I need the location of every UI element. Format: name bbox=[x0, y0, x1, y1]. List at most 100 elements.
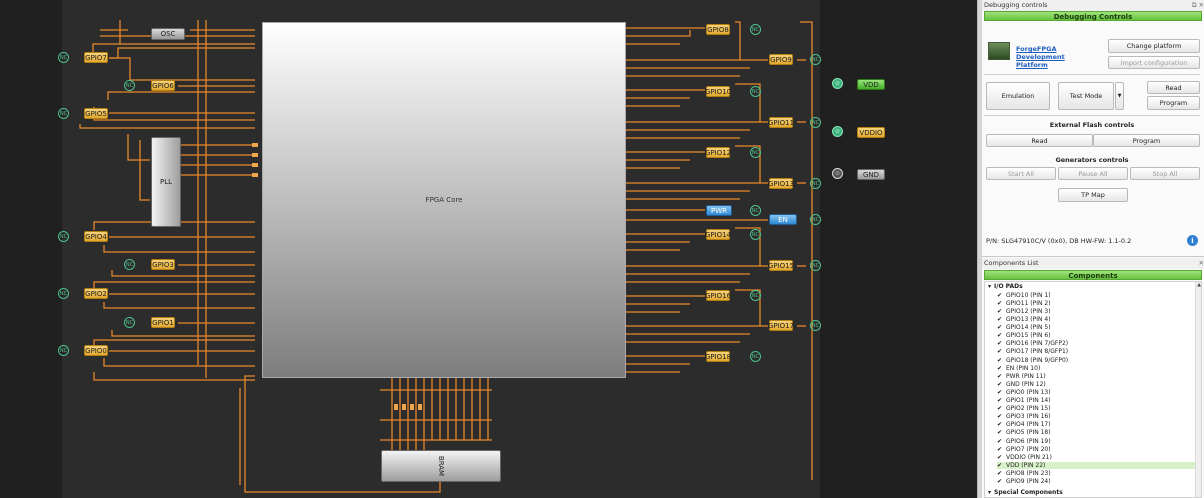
checkbox-checked-icon[interactable]: ✔ bbox=[997, 381, 1004, 388]
component-list-item[interactable]: ✔ GPIO0 (PIN 13) bbox=[997, 389, 1197, 396]
checkbox-checked-icon[interactable]: ✔ bbox=[997, 413, 1004, 420]
gpio9-block[interactable]: GPIO9 bbox=[769, 54, 793, 65]
component-list-item[interactable]: ✔ GND (PIN 12) bbox=[997, 381, 1197, 388]
collapse-icon[interactable]: ▾ bbox=[988, 283, 991, 290]
schematic-canvas[interactable]: FPGA Core OSC PLL BRAM NC GPIO7 NC GPIO6… bbox=[0, 0, 977, 498]
info-icon[interactable]: i bbox=[1187, 235, 1198, 246]
import-configuration-button[interactable]: Import configuration bbox=[1108, 56, 1200, 69]
gpio1-block[interactable]: GPIO1 bbox=[151, 317, 175, 328]
gpio8-block[interactable]: GPIO8 bbox=[706, 24, 730, 35]
tree-group-special[interactable]: ▾ Special Components bbox=[988, 489, 1063, 496]
collapse-icon[interactable]: ▾ bbox=[988, 489, 991, 496]
component-list-item[interactable]: ✔ GPIO7 (PIN 20) bbox=[997, 446, 1197, 453]
gpio17-block[interactable]: GPIO17 bbox=[768, 320, 794, 331]
tp-map-button[interactable]: TP Map bbox=[1058, 188, 1128, 202]
component-list-item[interactable]: ✔ GPIO15 (PIN 6) bbox=[997, 332, 1197, 339]
test-mode-button[interactable]: Test Mode bbox=[1058, 82, 1114, 110]
components-tree[interactable]: ▾ I/O PADs ✔ GPIO10 (PIN 1) ✔ GPIO11 (PIN 2… bbox=[984, 281, 1202, 498]
checkbox-checked-icon[interactable]: ✔ bbox=[997, 405, 1004, 412]
window-controls-icon[interactable]: ⧉ ✕ bbox=[1192, 0, 1204, 11]
component-list-item[interactable]: ✔ GPIO3 (PIN 16) bbox=[997, 413, 1197, 420]
gpio15-block[interactable]: GPIO15 bbox=[768, 260, 794, 271]
en-block[interactable]: EN bbox=[769, 214, 797, 225]
gpio14-block[interactable]: GPIO14 bbox=[705, 229, 731, 240]
tree-group-io-pads[interactable]: ▾ I/O PADs bbox=[988, 283, 1023, 290]
program-button[interactable]: Program bbox=[1147, 96, 1200, 110]
component-list-item[interactable]: ✔ GPIO9 (PIN 24) bbox=[997, 478, 1197, 485]
gpio0-block[interactable]: GPIO0 bbox=[84, 345, 108, 356]
component-list-item[interactable]: ✔ GPIO18 (PIN 9/GFP0) bbox=[997, 357, 1197, 364]
checkbox-checked-icon[interactable]: ✔ bbox=[997, 446, 1004, 453]
scroll-up-icon[interactable]: ▲ bbox=[1196, 282, 1202, 288]
osc-block[interactable]: OSC bbox=[151, 28, 185, 40]
component-list-item[interactable]: ✔ GPIO12 (PIN 3) bbox=[997, 308, 1197, 315]
close-icon[interactable]: ✕ bbox=[1199, 258, 1204, 269]
checkbox-checked-icon[interactable]: ✔ bbox=[997, 340, 1004, 347]
component-list-item[interactable]: ✔ GPIO11 (PIN 2) bbox=[997, 300, 1197, 307]
checkbox-checked-icon[interactable]: ✔ bbox=[997, 389, 1004, 396]
component-list-item[interactable]: ✔ GPIO13 (PIN 4) bbox=[997, 316, 1197, 323]
checkbox-checked-icon[interactable]: ✔ bbox=[997, 332, 1004, 339]
gpio10-block[interactable]: GPIO10 bbox=[705, 86, 731, 97]
change-platform-button[interactable]: Change platform bbox=[1108, 39, 1200, 53]
component-list-item[interactable]: ✔ EN (PIN 10) bbox=[997, 365, 1197, 372]
component-list-item[interactable]: ✔ GPIO2 (PIN 15) bbox=[997, 405, 1197, 412]
gpio13-block[interactable]: GPIO13 bbox=[768, 178, 794, 189]
component-list-item[interactable]: ✔ GPIO1 (PIN 14) bbox=[997, 397, 1197, 404]
pwr-block[interactable]: PWR bbox=[706, 205, 732, 216]
component-list-item[interactable]: ✔ GPIO4 (PIN 17) bbox=[997, 421, 1197, 428]
vdd-pin[interactable]: VDD bbox=[857, 79, 885, 90]
checkbox-checked-icon[interactable]: ✔ bbox=[997, 373, 1004, 380]
gpio5-block[interactable]: GPIO5 bbox=[84, 108, 108, 119]
platform-link[interactable]: ForgeFPGA Development Platform bbox=[1016, 45, 1088, 69]
stop-all-button[interactable]: Stop All bbox=[1130, 167, 1200, 180]
checkbox-checked-icon[interactable]: ✔ bbox=[997, 365, 1004, 372]
component-list-item[interactable]: ✔ VDD (PIN 22) bbox=[997, 462, 1197, 469]
checkbox-checked-icon[interactable]: ✔ bbox=[997, 462, 1004, 469]
checkbox-checked-icon[interactable]: ✔ bbox=[997, 421, 1004, 428]
checkbox-checked-icon[interactable]: ✔ bbox=[997, 292, 1004, 299]
gpio3-block[interactable]: GPIO3 bbox=[151, 259, 175, 270]
component-list-item[interactable]: ✔ GPIO8 (PIN 23) bbox=[997, 470, 1197, 477]
flash-read-button[interactable]: Read bbox=[986, 134, 1093, 147]
checkbox-checked-icon[interactable]: ✔ bbox=[997, 316, 1004, 323]
start-all-button[interactable]: Start All bbox=[986, 167, 1056, 180]
component-list-item[interactable]: ✔ GPIO5 (PIN 18) bbox=[997, 429, 1197, 436]
gnd-pin[interactable]: GND bbox=[857, 169, 885, 180]
component-list-item[interactable]: ✔ GPIO10 (PIN 1) bbox=[997, 292, 1197, 299]
checkbox-checked-icon[interactable]: ✔ bbox=[997, 308, 1004, 315]
gpio2-block[interactable]: GPIO2 bbox=[84, 288, 108, 299]
checkbox-checked-icon[interactable]: ✔ bbox=[997, 397, 1004, 404]
gpio7-block[interactable]: GPIO7 bbox=[84, 52, 108, 63]
gpio18-block[interactable]: GPIO18 bbox=[705, 351, 731, 362]
component-list-item[interactable]: ✔ GPIO16 (PIN 7/GFP2) bbox=[997, 340, 1197, 347]
checkbox-checked-icon[interactable]: ✔ bbox=[997, 470, 1004, 477]
emulation-button[interactable]: Emulation bbox=[986, 82, 1050, 110]
fpga-core-block[interactable]: FPGA Core bbox=[262, 22, 626, 378]
checkbox-checked-icon[interactable]: ✔ bbox=[997, 324, 1004, 331]
gpio11-block[interactable]: GPIO11 bbox=[768, 117, 794, 128]
component-list-item[interactable]: ✔ VDDIO (PIN 21) bbox=[997, 454, 1197, 461]
checkbox-checked-icon[interactable]: ✔ bbox=[997, 438, 1004, 445]
test-mode-dropdown[interactable]: ▼ bbox=[1115, 82, 1124, 110]
component-list-item[interactable]: ✔ GPIO14 (PIN 5) bbox=[997, 324, 1197, 331]
pause-all-button[interactable]: Pause All bbox=[1058, 167, 1128, 180]
checkbox-checked-icon[interactable]: ✔ bbox=[997, 357, 1004, 364]
checkbox-checked-icon[interactable]: ✔ bbox=[997, 300, 1004, 307]
gpio6-block[interactable]: GPIO6 bbox=[151, 80, 175, 91]
flash-program-button[interactable]: Program bbox=[1093, 134, 1200, 147]
read-button[interactable]: Read bbox=[1147, 81, 1200, 94]
checkbox-checked-icon[interactable]: ✔ bbox=[997, 348, 1004, 355]
component-list-item[interactable]: ✔ GPIO17 (PIN 8/GFP1) bbox=[997, 348, 1197, 355]
gpio16-block[interactable]: GPIO16 bbox=[705, 290, 731, 301]
component-list-item[interactable]: ✔ GPIO6 (PIN 19) bbox=[997, 438, 1197, 445]
component-list-item[interactable]: ✔ PWR (PIN 11) bbox=[997, 373, 1197, 380]
gpio4-block[interactable]: GPIO4 bbox=[84, 231, 108, 242]
bram-block[interactable]: BRAM bbox=[381, 450, 501, 482]
pll-block[interactable]: PLL bbox=[151, 137, 181, 227]
checkbox-checked-icon[interactable]: ✔ bbox=[997, 454, 1004, 461]
gpio12-block[interactable]: GPIO12 bbox=[705, 147, 731, 158]
checkbox-checked-icon[interactable]: ✔ bbox=[997, 429, 1004, 436]
vddio-pin[interactable]: VDDIO bbox=[857, 127, 885, 138]
checkbox-checked-icon[interactable]: ✔ bbox=[997, 478, 1004, 485]
